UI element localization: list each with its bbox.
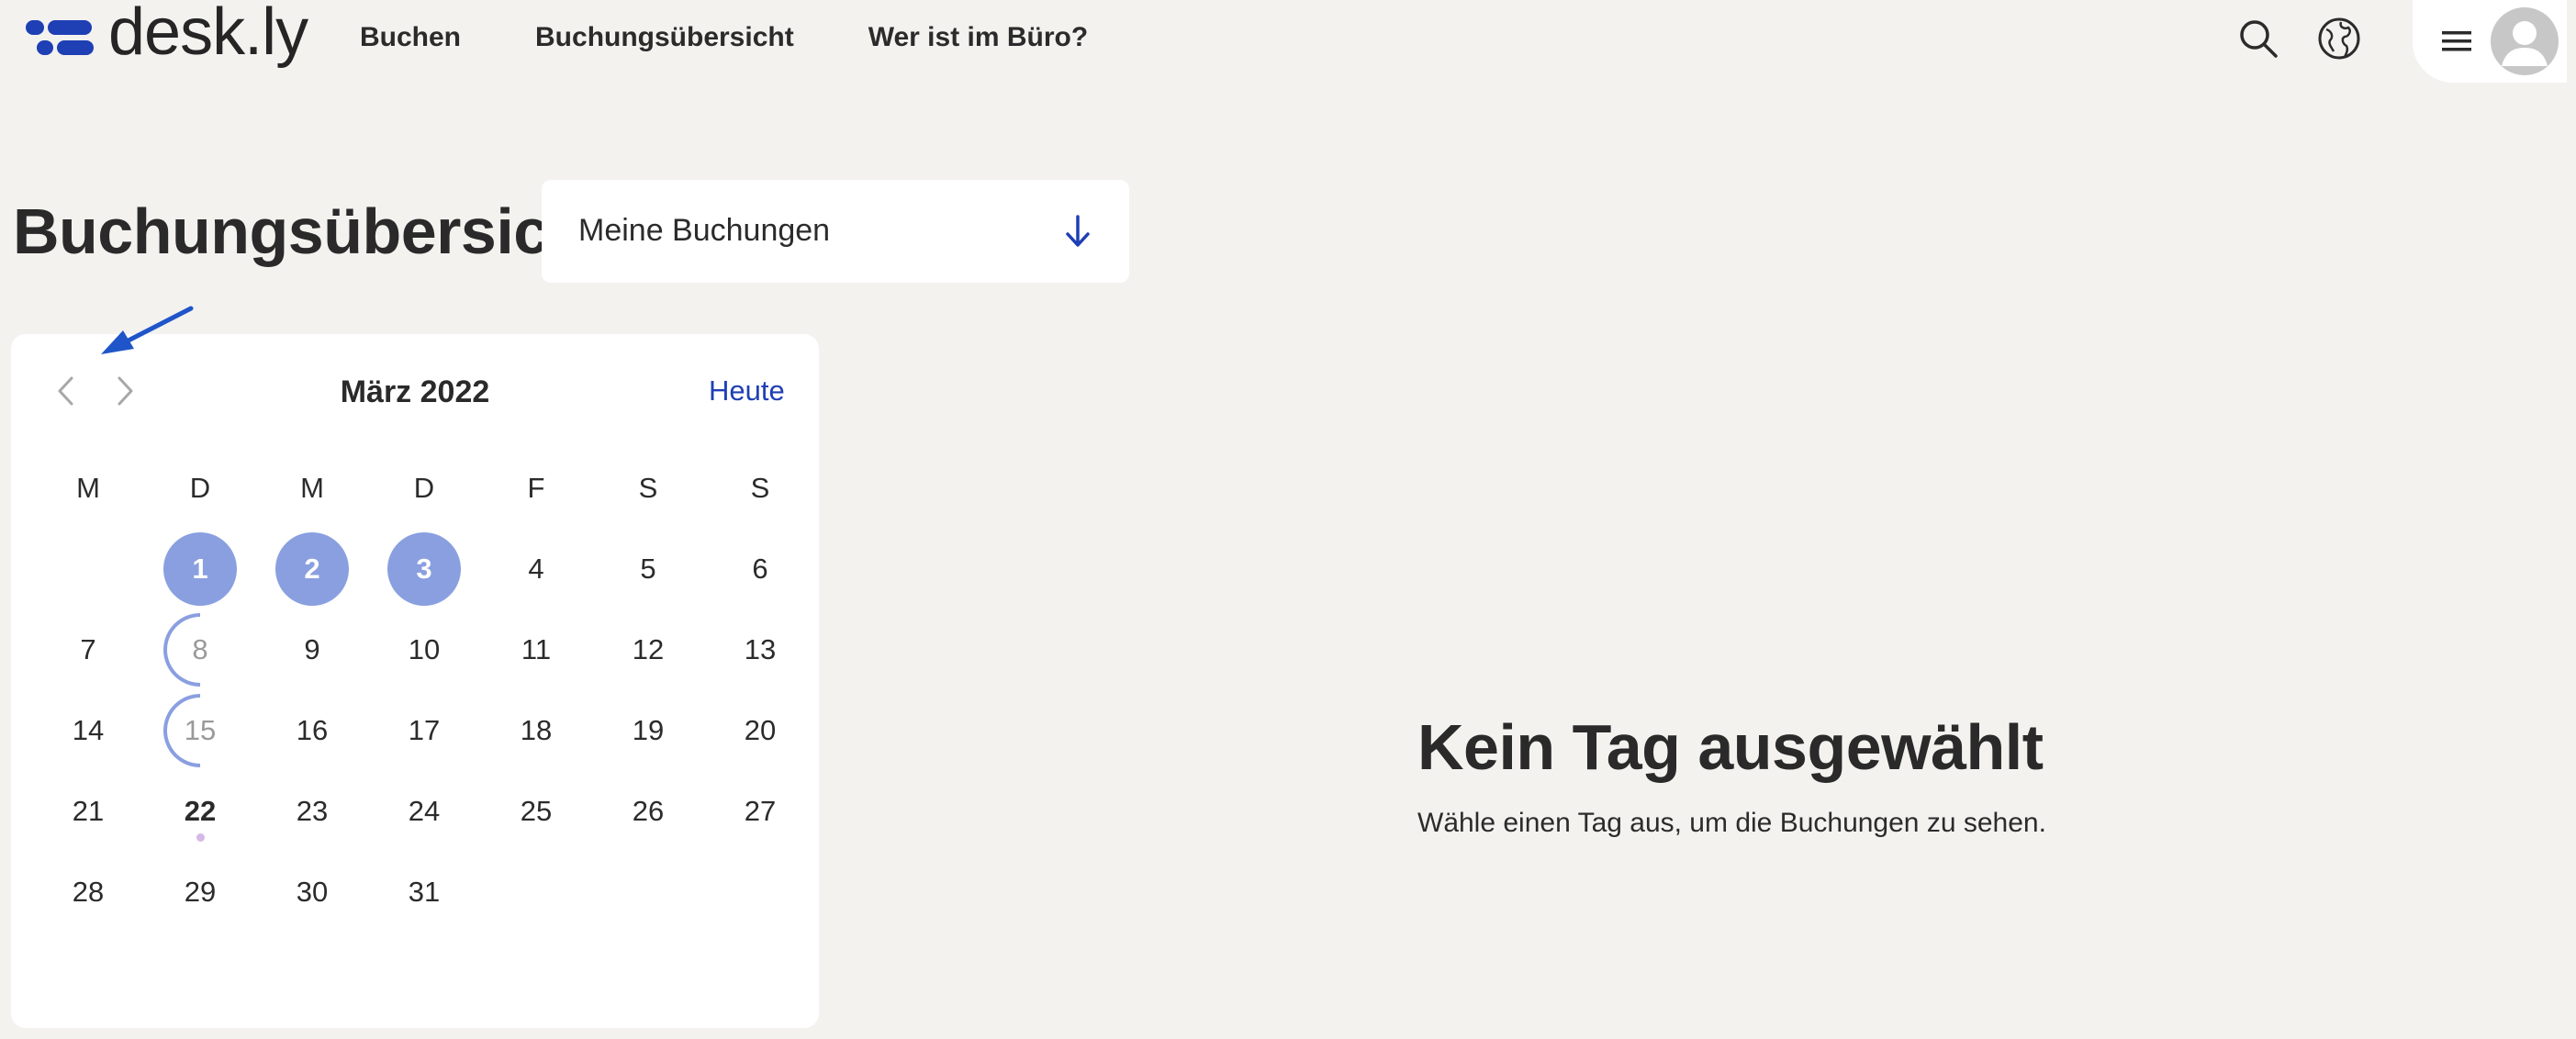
calendar-day[interactable]: 28 [42,855,134,929]
empty-state-text: Wähle einen Tag aus, um die Buchungen zu… [1417,808,2046,838]
nav-item-buchungsuebersicht[interactable]: Buchungsübersicht [535,22,794,53]
calendar-day[interactable]: 4 [490,532,582,606]
calendar-day-number: 14 [72,714,105,746]
calendar-day-number: 19 [632,714,665,746]
calendar-day[interactable]: 31 [378,855,470,929]
weekday-label: D [189,472,211,504]
today-button[interactable]: Heute [709,374,785,408]
calendar-day-number: 16 [296,714,329,746]
language-button[interactable] [2313,13,2365,64]
calendar-day-number: 25 [520,795,553,827]
calendar-day[interactable]: 29 [154,855,246,929]
calendar-day[interactable]: 6 [714,532,806,606]
previous-month-button[interactable] [44,367,88,415]
calendar-day[interactable]: 5 [602,532,694,606]
annotation-arrow-icon [101,306,194,354]
weekday-label: M [300,472,324,504]
calendar-day-number: 3 [416,553,432,585]
calendar-day-number: 11 [521,633,552,665]
calendar-month-title: März 2022 [340,374,490,409]
calendar-day-number: 23 [296,795,329,827]
calendar-day-number: 9 [304,633,320,665]
calendar-day[interactable]: 19 [602,694,694,767]
user-menu[interactable] [2413,0,2567,83]
globe-icon [2318,17,2360,60]
calendar-day[interactable]: 17 [378,694,470,767]
calendar-day[interactable]: 26 [602,775,694,848]
calendar-day[interactable]: 12 [602,613,694,687]
top-header: desk.ly Buchen Buchungsübersicht Wer ist… [0,0,2576,83]
calendar-day-number: 12 [632,633,665,665]
calendar-day[interactable]: 23 [266,775,358,848]
calendar-day-number: 27 [744,795,777,827]
calendar-day[interactable]: 18 [490,694,582,767]
user-avatar-icon [2491,7,2559,75]
nav-item-buchen[interactable]: Buchen [360,22,461,53]
calendar-day[interactable]: 8 [154,613,246,687]
calendar-day-number: 2 [304,553,320,585]
calendar-day-number: 30 [296,876,329,908]
calendar-day-number: 8 [192,633,208,665]
calendar-day-number: 15 [184,714,217,746]
calendar-day-number: 7 [80,633,96,665]
main-nav: Buchen Buchungsübersicht Wer ist im Büro… [360,0,1088,79]
calendar-day[interactable]: 7 [42,613,134,687]
calendar-day[interactable]: 14 [42,694,134,767]
calendar-day[interactable]: 21 [42,775,134,848]
calendar-day-number: 13 [744,633,777,665]
weekday-label: M [76,472,100,504]
page-title: Buchungsübersicht [13,196,609,267]
calendar-day-number: 31 [408,876,441,908]
hamburger-menu-icon [2442,31,2471,51]
weekday-label: D [413,472,435,504]
calendar-day-number: 1 [192,553,208,585]
chevron-right-icon [118,376,133,406]
calendar-day-number: 28 [72,876,105,908]
calendar-day[interactable]: 3 [378,532,470,606]
calendar-day-number: 24 [408,795,441,827]
search-button[interactable] [2233,13,2284,64]
calendar-widget: März 2022 Heute MDMDFSS 1 2 3 4 5 6 7 8 9 10 11 12 1… [11,334,819,1028]
weekday-label: F [527,472,545,504]
logo-text: desk.ly [108,0,308,69]
empty-state-title: Kein Tag ausgewählt [1417,711,2044,783]
logo-mark-icon [26,20,94,57]
weekday-label: S [638,472,658,504]
calendar-day[interactable]: 15 [154,694,246,767]
calendar-day[interactable]: 1 [154,532,246,606]
calendar-day[interactable]: 30 [266,855,358,929]
calendar-day[interactable]: 13 [714,613,806,687]
booking-filter-value: Meine Buchungen [578,213,831,248]
calendar-day[interactable]: 20 [714,694,806,767]
calendar-day-number: 10 [408,633,441,665]
calendar-day[interactable]: 9 [266,613,358,687]
calendar-day[interactable]: 10 [378,613,470,687]
calendar-day[interactable]: 16 [266,694,358,767]
calendar-day[interactable]: 24 [378,775,470,848]
calendar-day-number: 21 [72,795,105,827]
calendar-day[interactable]: 25 [490,775,582,848]
today-indicator-dot [196,833,205,842]
search-icon [2240,20,2278,58]
nav-item-wer-ist-im-buero[interactable]: Wer ist im Büro? [868,22,1088,53]
calendar-day-number: 26 [632,795,665,827]
calendar-day[interactable]: 11 [490,613,582,687]
calendar-day-number: 6 [752,553,768,585]
calendar-day-number: 17 [408,714,441,746]
calendar-day[interactable]: 22 [154,775,246,848]
calendar-day-number: 20 [744,714,777,746]
chevron-left-icon [58,376,73,406]
calendar-day-number: 18 [520,714,553,746]
calendar-day-number: 5 [640,553,656,585]
calendar-day[interactable]: 27 [714,775,806,848]
arrow-down-icon [1066,215,1090,247]
calendar-day[interactable]: 2 [266,532,358,606]
desk-ly-logo[interactable]: desk.ly [26,0,308,83]
weekday-label: S [750,472,770,504]
booking-filter-select[interactable]: Meine Buchungen [542,180,1129,283]
calendar-day-number: 29 [184,876,217,908]
calendar-day-number: 4 [528,553,544,585]
calendar-day-number: 22 [184,795,217,827]
next-month-button[interactable] [103,367,147,415]
